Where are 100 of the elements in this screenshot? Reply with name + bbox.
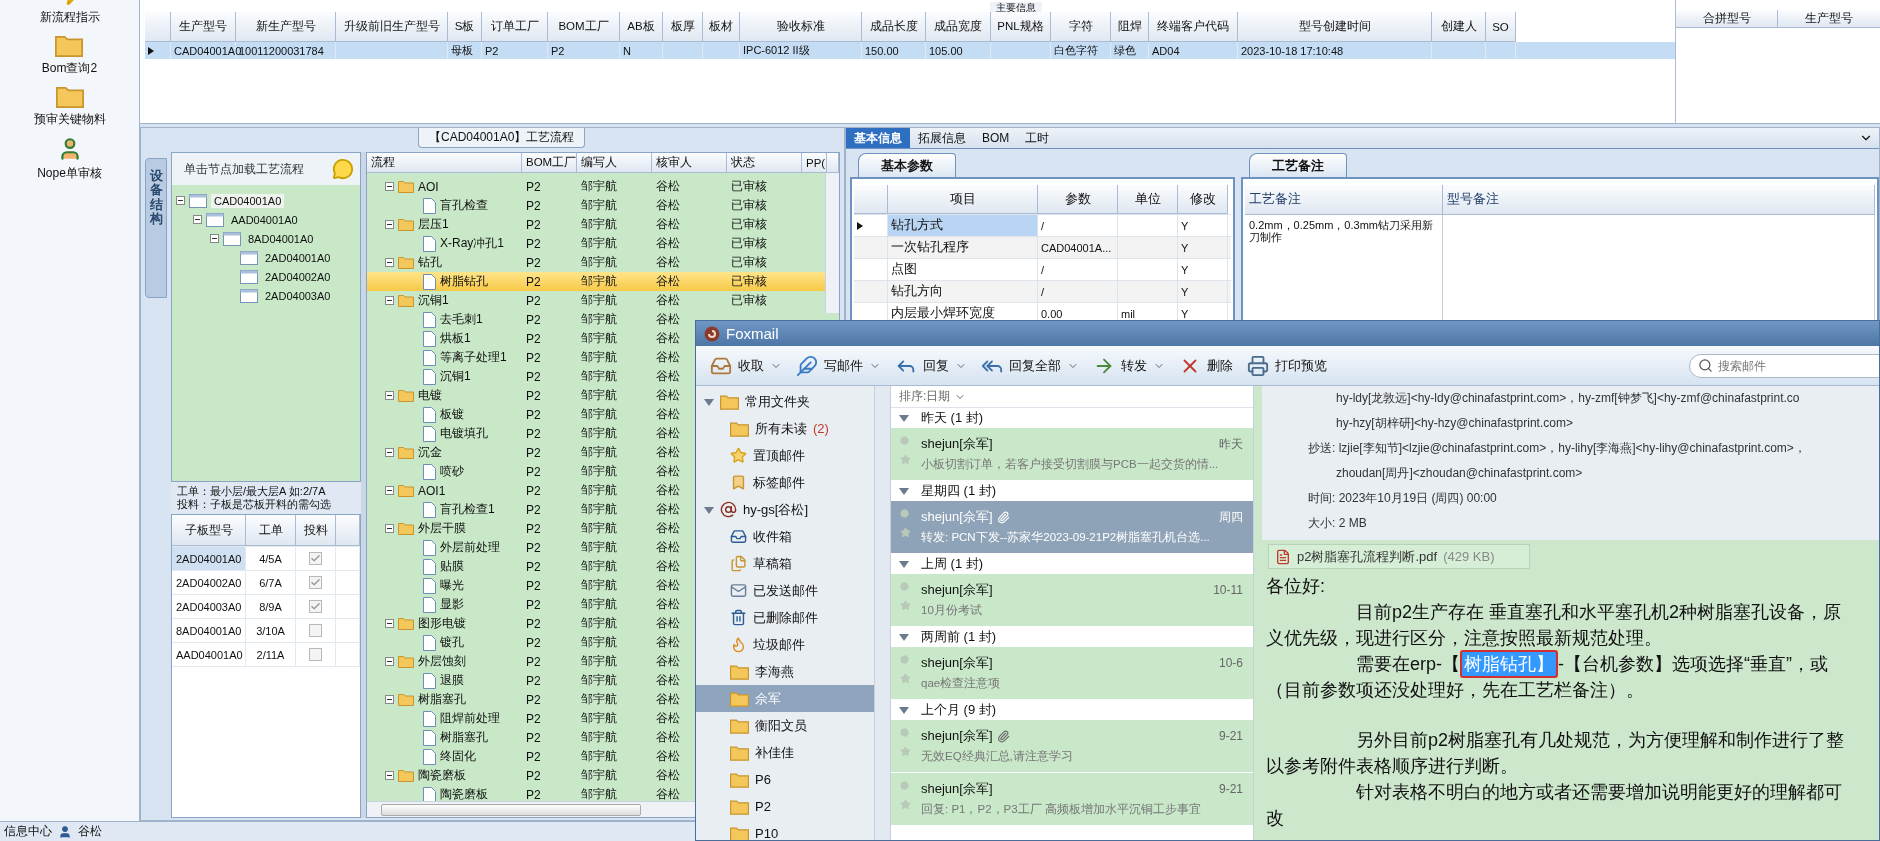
nav-button[interactable]: 预审关键物料 [29, 83, 110, 130]
tab[interactable]: 拓展信息 [910, 128, 974, 148]
message-item[interactable]: shejun[佘军] 9-21 无效EQ经典汇总,请注意学习 [891, 720, 1253, 773]
checkbox[interactable] [309, 648, 322, 661]
step-name[interactable]: 树脂塞孔 [440, 729, 488, 746]
column-header[interactable]: PNL规格 [991, 12, 1051, 42]
column-header[interactable]: 成品长度 [862, 12, 926, 42]
column-header[interactable]: SO [1486, 12, 1516, 42]
message-item[interactable]: shejun[佘军] 10-11 10月份考试 [891, 574, 1253, 627]
step-name[interactable]: 板镀 [440, 406, 464, 423]
column-header[interactable]: 工艺备注 [1245, 185, 1443, 215]
folder-item[interactable]: 置顶邮件 [696, 442, 874, 469]
step-name[interactable]: 阻焊前处理 [440, 710, 500, 727]
tree-node[interactable]: 2AD04001A0 [262, 250, 334, 265]
folder-item[interactable]: hy-gs[谷松] [696, 496, 874, 523]
message-item[interactable]: shejun[佘军] 昨天 小板切割订单，若客户接受切割膜与PCB一起交货的情... [891, 428, 1253, 481]
table-cell[interactable]: AAD04001A0 [172, 643, 246, 666]
toolbar-button[interactable]: 回复全部 [981, 354, 1079, 377]
panel-tab[interactable]: 工艺备注 [1249, 153, 1347, 177]
column-header[interactable]: 状态 [727, 153, 802, 173]
column-header[interactable]: 流程 [367, 153, 522, 173]
step-name[interactable]: 贴膜 [440, 558, 464, 575]
toolbar-button[interactable]: 删除 [1179, 354, 1233, 377]
folder-item[interactable]: 草稿箱 [696, 550, 874, 577]
collapse-icon[interactable] [385, 296, 394, 305]
step-name[interactable]: 外层干膜 [418, 520, 466, 537]
column-header[interactable]: AB板 [620, 12, 663, 42]
column-header[interactable]: 项目 [888, 185, 1038, 214]
collapse-icon[interactable] [385, 524, 394, 533]
step-name[interactable]: 外层前处理 [440, 539, 500, 556]
folder-item[interactable]: 所有未读 (2) [696, 415, 874, 442]
step-name[interactable]: 喷砂 [440, 463, 464, 480]
tree-node[interactable]: 8AD04001A0 [245, 231, 317, 246]
nav-button[interactable]: Bom查询2 [37, 32, 102, 79]
column-header[interactable]: BOM工厂 [522, 153, 577, 173]
collapse-icon[interactable] [385, 619, 394, 628]
step-name[interactable]: 烘板1 [440, 330, 471, 347]
table-cell[interactable]: 2AD04001A0 [172, 547, 246, 570]
folder-item[interactable]: 收件箱 [696, 523, 874, 550]
table-cell[interactable]: 钻孔方向 [888, 281, 1038, 302]
step-name[interactable]: 盲孔检查1 [440, 501, 495, 518]
folder-item[interactable]: P2 [696, 793, 874, 820]
step-name[interactable]: 沉铜1 [418, 292, 449, 309]
folder-item[interactable]: 衡阳文员 [696, 712, 874, 739]
folder-item[interactable]: P10 [696, 820, 874, 840]
step-name[interactable]: 陶瓷磨板 [418, 767, 466, 784]
step-name[interactable]: 陶瓷磨板 [440, 786, 488, 801]
search-field[interactable]: 搜索邮件 [1689, 353, 1879, 378]
column-header[interactable]: PP( [802, 153, 827, 173]
column-header[interactable]: 终端客户代码 [1149, 12, 1238, 42]
folder-item[interactable]: 标签邮件 [696, 469, 874, 496]
scrollbar[interactable] [825, 173, 839, 313]
checkbox[interactable] [309, 576, 322, 589]
folder-item[interactable]: 补佳佳 [696, 739, 874, 766]
folder-item[interactable]: 李海燕 [696, 658, 874, 685]
toolbar-button[interactable]: 写邮件 [796, 354, 881, 377]
message-item[interactable]: shejun[佘军] 9-21 回复: P1，P2，P3工厂 高频板增加水平沉铜工步事宜 [891, 773, 1253, 826]
column-header[interactable]: 型号创建时间 [1238, 12, 1432, 42]
step-name[interactable]: X-Ray冲孔1 [440, 235, 504, 252]
table-cell[interactable]: 钻孔方式 [888, 215, 1038, 236]
column-header[interactable]: 子板型号 [172, 515, 246, 546]
table-row[interactable]: CAD04001A010011200031784 母板 P2 P2 N IPC-6012 II级 150.00 105.00 白色字符 绿色 AD04 2023-10-18 17:10:48 [145, 42, 1675, 59]
checkbox[interactable] [309, 552, 322, 565]
attachment-chip[interactable]: p2树脂塞孔流程判断.pdf (429 KB) [1268, 544, 1530, 569]
tree-node[interactable]: 2AD04003A0 [262, 288, 334, 303]
panel-tab[interactable]: 基本参数 [858, 153, 956, 177]
collapse-icon[interactable] [193, 215, 202, 224]
collapse-icon[interactable] [210, 234, 219, 243]
step-name[interactable]: 终固化 [440, 748, 476, 765]
checkbox[interactable] [309, 600, 322, 613]
step-name[interactable]: 电镀填孔 [440, 425, 488, 442]
column-header[interactable]: 创建人 [1432, 12, 1486, 42]
tab[interactable]: BOM [974, 128, 1018, 148]
table-cell[interactable]: 2AD04003A0 [172, 595, 246, 618]
nav-button[interactable]: 新流程指示 [35, 0, 104, 28]
column-header[interactable]: 板厚 [663, 12, 703, 42]
collapse-icon[interactable] [385, 448, 394, 457]
column-header[interactable]: 参数 [1038, 185, 1118, 214]
folder-item[interactable]: 已发送邮件 [696, 577, 874, 604]
column-header[interactable]: 核审人 [652, 153, 727, 173]
collapse-icon[interactable] [176, 196, 185, 205]
column-header[interactable]: 单位 [1118, 185, 1178, 214]
toolbar-button[interactable]: 转发 [1093, 354, 1165, 377]
message-item[interactable]: shejun[佘军] 10-6 qae检查注意项 [891, 647, 1253, 700]
table-cell[interactable]: 一次钻孔程序 [888, 237, 1038, 258]
column-header[interactable]: 阻焊 [1111, 12, 1149, 42]
collapse-icon[interactable] [385, 771, 394, 780]
sort-button[interactable]: 排序:日期 [891, 386, 1253, 408]
tree-node[interactable]: 2AD04002A0 [262, 269, 334, 284]
step-name[interactable]: AOI1 [418, 483, 446, 498]
tab[interactable]: 工时 [1017, 128, 1058, 148]
column-header[interactable]: 生产型号 [171, 12, 236, 42]
toolbar-button[interactable]: 收取 [710, 354, 782, 377]
collapse-icon[interactable] [385, 391, 394, 400]
step-name[interactable]: 沉铜1 [440, 368, 471, 385]
folder-item[interactable]: 常用文件夹 [696, 388, 874, 415]
step-name[interactable]: 层压1 [418, 216, 449, 233]
tab[interactable]: 基本信息 [846, 128, 910, 148]
column-header[interactable]: 修改 [1178, 185, 1228, 214]
tree-node[interactable]: AAD04001A0 [228, 212, 301, 227]
